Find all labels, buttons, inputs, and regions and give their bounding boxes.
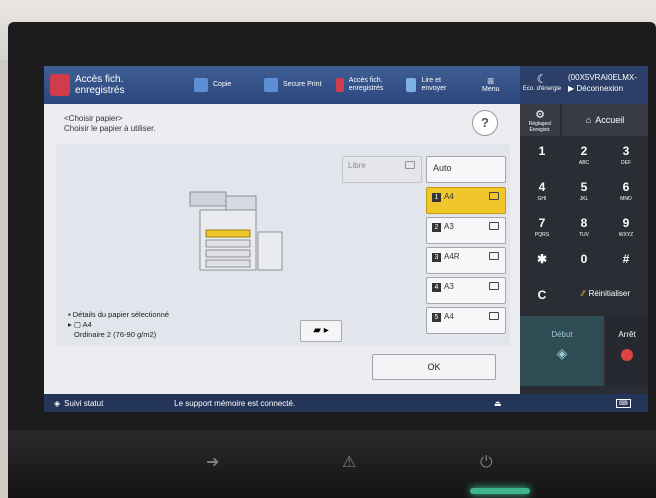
- paper-icon: [489, 222, 499, 230]
- stored-files-icon: [50, 74, 70, 96]
- tray-4[interactable]: 4 A3: [426, 277, 506, 304]
- user-name: (00X5VRAI0ELMX-: [568, 73, 637, 82]
- key-8[interactable]: 8 TUV: [564, 212, 604, 246]
- top-right-panel: ☾ Eco. d'énergie (00X5VRAI0ELMX- ▶ Décon…: [520, 66, 648, 104]
- tray-2[interactable]: 2 A3: [426, 217, 506, 244]
- user-panel[interactable]: (00X5VRAI0ELMX- ▶ Déconnexion: [564, 66, 648, 104]
- keyboard-icon[interactable]: ⌨: [616, 398, 631, 408]
- eject-icon[interactable]: ⏏: [494, 399, 502, 408]
- scan-send-button[interactable]: Lire et envoyer: [406, 70, 456, 100]
- secure-print-button[interactable]: Secure Print: [264, 70, 322, 100]
- copy-button[interactable]: Copie: [194, 70, 231, 100]
- key-0[interactable]: 0: [564, 248, 604, 282]
- stored-files-icon: [336, 78, 344, 92]
- energy-saver-button[interactable]: ☾ Eco. d'énergie: [520, 66, 564, 104]
- key-6[interactable]: 6 MNO: [606, 176, 646, 210]
- breadcrumb: <Choisir papier>: [64, 114, 123, 123]
- login-arrow-icon[interactable]: ➜: [206, 452, 219, 471]
- status-message: Le support mémoire est connecté.: [174, 398, 296, 408]
- status-monitor-button[interactable]: Suivi statut: [64, 399, 174, 408]
- start-diamond-icon: ◈: [556, 345, 568, 361]
- key-1[interactable]: 1: [522, 140, 562, 174]
- start-button[interactable]: Début ◈: [520, 316, 604, 386]
- reset-button[interactable]: ⁄⁄ Réinitialiser: [564, 278, 648, 308]
- stop-icon: [621, 349, 633, 361]
- key-hash[interactable]: #: [606, 248, 646, 282]
- paper-icon: [489, 192, 499, 200]
- status-monitor-icon: ◈: [54, 398, 61, 408]
- reset-icon: ⁄⁄: [581, 288, 585, 298]
- key-4[interactable]: 4 GHI: [522, 176, 562, 210]
- tray-bypass: Libre: [342, 156, 422, 183]
- key-7[interactable]: 7 PQRS: [522, 212, 562, 246]
- status-bar: ◈ Suivi statut Le support mémoire est co…: [44, 394, 648, 412]
- stop-button[interactable]: Arrêt: [606, 316, 648, 386]
- clear-key[interactable]: C: [522, 284, 562, 318]
- paper-icon: [405, 161, 415, 169]
- key-5[interactable]: 5 JKL: [564, 176, 604, 210]
- touch-screen: Accès fich. enregistrés Copie Secure Pri…: [44, 66, 648, 412]
- warning-icon: ⚠: [342, 452, 357, 471]
- paper-work-area: ▪ Détails du papier sélectionné ▸ ▢ A4 O…: [56, 144, 510, 346]
- copy-icon: [194, 78, 208, 92]
- paper-icon: [489, 312, 499, 320]
- gear-icon: ⚙: [535, 109, 545, 121]
- selected-paper-type: Ordinaire 2 (76-90 g/m2): [74, 330, 157, 339]
- hamburger-icon: ≡: [487, 74, 495, 88]
- key-2[interactable]: 2 ABC: [564, 140, 604, 174]
- scan-send-icon: [406, 78, 417, 92]
- power-icon[interactable]: ⏻: [480, 452, 493, 472]
- settings-register-button[interactable]: ⚙ Réglages/ Enregistr.: [520, 104, 560, 136]
- paper-details: ▪ Détails du papier sélectionné ▸ ▢ A4 O…: [68, 310, 170, 339]
- paper-icon: [489, 252, 499, 260]
- printer-illustration: [189, 191, 283, 271]
- tray-3[interactable]: 3 A4R: [426, 247, 506, 274]
- ok-button[interactable]: OK: [372, 354, 496, 380]
- key-9[interactable]: 9 WXYZ: [606, 212, 646, 246]
- secure-print-icon: [264, 78, 278, 92]
- key-star[interactable]: ✱: [522, 248, 562, 282]
- power-led: [470, 488, 530, 494]
- stored-files-button[interactable]: Accès fich. enregistrés: [336, 70, 388, 100]
- details-label: ▪ Détails du papier sélectionné: [68, 310, 170, 319]
- logout-button[interactable]: ▶ Déconnexion: [568, 83, 644, 94]
- app-bar: Accès fich. enregistrés Copie Secure Pri…: [44, 66, 520, 104]
- dialog-header: <Choisir papier> Choisir le papier à uti…: [64, 114, 156, 134]
- paper-select-dialog: <Choisir papier> Choisir le papier à uti…: [44, 104, 520, 394]
- help-button[interactable]: ?: [472, 110, 498, 136]
- home-icon: ⌂: [585, 115, 592, 125]
- tray-5[interactable]: 5 A4: [426, 307, 506, 334]
- hardware-button-strip: [8, 430, 656, 498]
- paper-icon: [489, 282, 499, 290]
- auto-button[interactable]: Auto: [426, 156, 506, 183]
- paper-settings-button[interactable]: ▰ ▸: [300, 320, 342, 342]
- moon-icon: ☾: [536, 72, 548, 86]
- key-3[interactable]: 3 DEF: [606, 140, 646, 174]
- selected-paper-size: A4: [82, 320, 92, 329]
- current-app-title: Accès fich. enregistrés: [50, 70, 133, 100]
- menu-button[interactable]: ≡ Menu: [482, 70, 500, 100]
- home-button[interactable]: ⌂ Accueil: [562, 104, 648, 136]
- tray-1[interactable]: 1 A4: [426, 187, 506, 214]
- instruction-text: Choisir le papier à utiliser.: [64, 124, 156, 133]
